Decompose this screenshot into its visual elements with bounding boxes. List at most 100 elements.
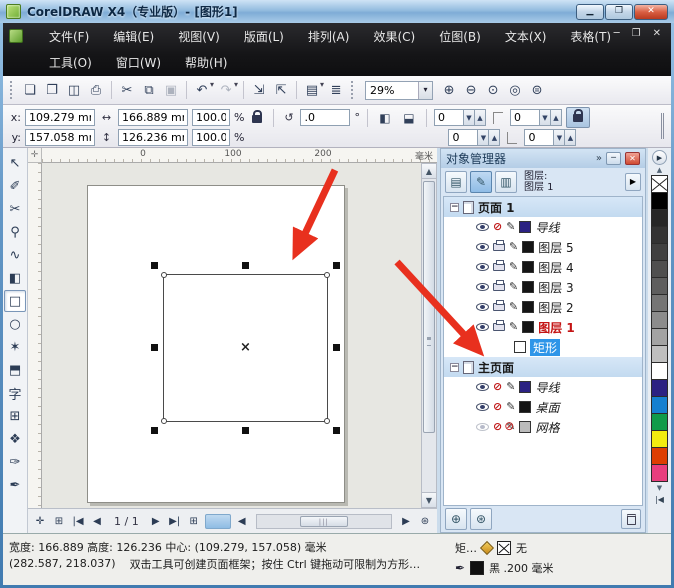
palette-color-15[interactable] [651, 447, 668, 465]
non-printable-icon[interactable]: ⊘ [493, 421, 502, 432]
page-tab[interactable] [204, 513, 231, 529]
toolbar-grip[interactable] [10, 81, 15, 99]
spin-up-icon[interactable]: ▲ [489, 129, 501, 146]
menu-edit[interactable]: 编辑(E) [101, 25, 166, 48]
editable-icon[interactable]: ✎ [504, 420, 515, 433]
document-window-icon[interactable] [9, 29, 23, 43]
tree-section-页面 1[interactable]: − 页面 1 [444, 197, 642, 217]
add-page-before-button[interactable]: ⊞ [51, 513, 67, 530]
basic-shapes-tool[interactable]: ⬒ [4, 359, 26, 381]
outline-tool[interactable]: ✒ [4, 474, 26, 496]
zoom-level-input[interactable] [366, 83, 419, 97]
corner-radius-tr-stepper[interactable]: ▼▲ [509, 109, 562, 126]
palette-color-8[interactable] [651, 328, 668, 346]
layer-row-桌面[interactable]: ⊘ ✎ 桌面 [444, 397, 642, 417]
menu-tools[interactable]: 工具(O) [37, 51, 104, 74]
rectangle-tool[interactable]: □ [4, 290, 26, 312]
layer-row-图层 4[interactable]: ✎ 图层 4 [444, 257, 642, 277]
corner-lock-button[interactable] [565, 107, 590, 128]
layer-color-swatch[interactable] [522, 321, 535, 333]
center-marker[interactable]: × [240, 340, 251, 355]
scroll-up-icon[interactable]: ▲ [422, 164, 436, 179]
layer-color-swatch[interactable] [522, 301, 535, 313]
application-launcher-button[interactable]: ▤ [302, 80, 322, 101]
drawing-canvas[interactable]: × [42, 163, 421, 508]
tree-section-主页面[interactable]: − 主页面 [444, 357, 642, 377]
layer-color-swatch[interactable] [519, 221, 532, 233]
text-tool[interactable]: 字 [4, 382, 26, 404]
non-printable-icon[interactable]: ⊘ [493, 401, 502, 412]
docker-collapse-button[interactable]: ─ [606, 152, 621, 165]
zoom-in-button[interactable]: ⊕ [439, 80, 459, 101]
corner-tl-input[interactable] [433, 109, 464, 126]
menu-arrange[interactable]: 排列(A) [296, 25, 362, 48]
editable-icon[interactable]: ✎ [509, 241, 518, 253]
palette-color-12[interactable] [651, 396, 668, 414]
vertical-scrollbar[interactable]: ▲ ▼ [421, 163, 437, 508]
menu-help[interactable]: 帮助(H) [173, 51, 239, 74]
layer-row-矩形[interactable]: 矩形 [444, 337, 642, 357]
smart-fill-tool[interactable]: ◧ [4, 267, 26, 289]
palette-color-5[interactable] [651, 277, 668, 295]
menu-text[interactable]: 文本(X) [493, 25, 559, 48]
scale-width-field[interactable] [192, 109, 230, 126]
visibility-icon[interactable] [476, 283, 489, 291]
palette-color-0[interactable] [651, 192, 668, 210]
menu-window[interactable]: 窗口(W) [104, 51, 173, 74]
selection-handle[interactable] [151, 427, 158, 434]
navigator-flyout-icon[interactable]: ✛ [32, 513, 48, 530]
zoom-combo-dropdown-icon[interactable]: ▾ [418, 81, 433, 99]
object-width-field[interactable] [118, 109, 188, 126]
palette-color-3[interactable] [651, 243, 668, 261]
expander-icon[interactable]: − [450, 362, 459, 372]
export-button[interactable]: ⇱ [271, 80, 291, 101]
zoom-page-button[interactable]: ⊜ [527, 80, 547, 101]
layer-row-导线[interactable]: ⊘ ✎ 导线 [444, 217, 642, 237]
zoom-selected-button[interactable]: ⊙ [483, 80, 503, 101]
docker-options-flyout-icon[interactable]: ▶ [625, 173, 641, 191]
menu-bitmaps[interactable]: 位图(B) [427, 25, 493, 48]
object-fill-swatch[interactable] [514, 341, 526, 353]
editable-icon[interactable]: ✎ [506, 401, 515, 413]
redo-button[interactable]: ↷ [216, 80, 236, 101]
spin-up-icon[interactable]: ▲ [550, 109, 562, 126]
save-button[interactable]: ◫ [64, 80, 84, 101]
zoom-out-button[interactable]: ⊖ [461, 80, 481, 101]
layer-color-swatch[interactable] [522, 261, 535, 273]
printable-icon[interactable] [493, 240, 505, 251]
docker-chevron-icon[interactable]: » [596, 153, 602, 164]
corner-tr-input[interactable] [509, 109, 540, 126]
selection-handle[interactable] [151, 262, 158, 269]
palette-scroll-down-icon[interactable]: ▼ [657, 484, 662, 492]
mirror-horizontal-button[interactable]: ◧ [375, 108, 395, 128]
layer-row-图层 3[interactable]: ✎ 图层 3 [444, 277, 642, 297]
ellipse-tool[interactable]: ○ [4, 313, 26, 335]
new-document-button[interactable]: ❏ [20, 80, 40, 101]
blend-tool[interactable]: ❖ [4, 428, 26, 450]
layer-row-导线[interactable]: ⊘ ✎ 导线 [444, 377, 642, 397]
editable-icon[interactable]: ✎ [509, 261, 518, 273]
palette-color-10[interactable] [651, 362, 668, 380]
printable-icon[interactable] [493, 320, 505, 331]
visibility-icon[interactable] [476, 383, 489, 391]
palette-color-14[interactable] [651, 430, 668, 448]
undo-button[interactable]: ↶ [192, 80, 212, 101]
visibility-icon[interactable] [476, 263, 489, 271]
corner-bl-input[interactable] [448, 129, 479, 146]
table-tool[interactable]: ⊞ [4, 405, 26, 427]
spin-down-icon[interactable]: ▼ [554, 129, 566, 146]
mirror-vertical-button[interactable]: ⬓ [399, 108, 419, 128]
scale-lock-icon[interactable] [252, 110, 263, 123]
layer-row-网格[interactable]: ⊘✎ 网格 [444, 417, 642, 437]
palette-color-16[interactable] [651, 464, 668, 482]
selection-handle[interactable] [333, 344, 340, 351]
horizontal-ruler[interactable]: 0 100 200 毫米 [42, 148, 437, 163]
new-master-layer-button[interactable]: ⊛ [470, 508, 492, 530]
minimize-button[interactable]: ▁ [576, 3, 604, 20]
selection-handle[interactable] [151, 344, 158, 351]
palette-color-9[interactable] [651, 345, 668, 363]
selection-handle[interactable] [241, 427, 249, 434]
spin-down-icon[interactable]: ▼ [539, 109, 551, 126]
crop-tool[interactable]: ✂ [4, 198, 26, 220]
child-minimize-icon[interactable]: ─ [614, 28, 620, 39]
